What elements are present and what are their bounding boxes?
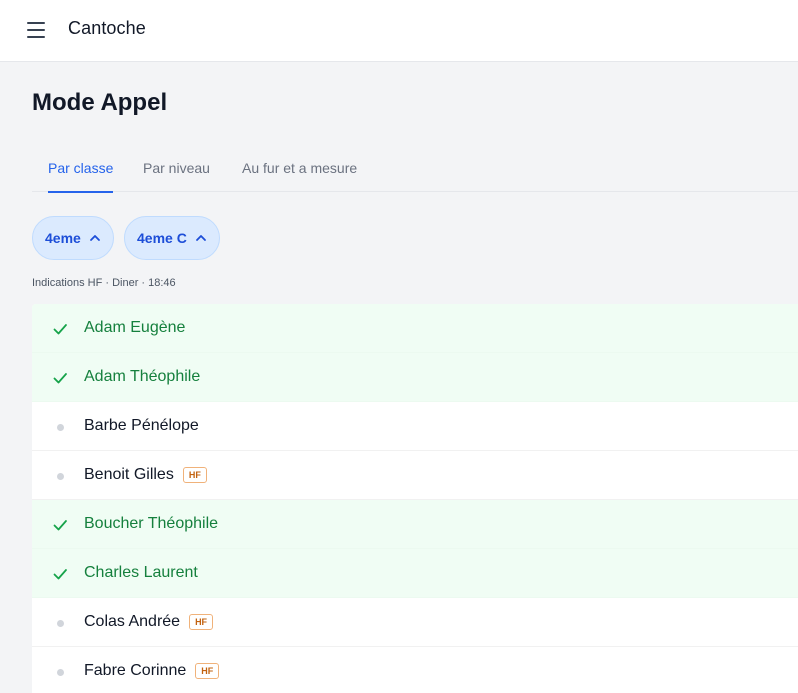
student-row[interactable]: Benoit Gilles HF xyxy=(32,451,798,500)
chevron-up-icon xyxy=(195,235,206,241)
check-icon xyxy=(52,370,68,386)
menu-icon[interactable] xyxy=(26,20,46,40)
filter-chip-class[interactable]: 4eme C xyxy=(124,216,220,260)
student-row[interactable]: Adam Théophile xyxy=(32,353,798,402)
app-title: Cantoche xyxy=(68,18,146,38)
student-row[interactable]: Fabre Corinne HF xyxy=(32,647,798,693)
student-name: Adam Eugène xyxy=(84,319,185,337)
student-row[interactable]: Adam Eugène xyxy=(32,304,798,353)
student-name-text: Barbe Pénélope xyxy=(84,417,199,434)
student-name-text: Fabre Corinne xyxy=(84,662,187,679)
hf-badge: HF xyxy=(182,467,207,483)
student-row[interactable]: Barbe Pénélope xyxy=(32,402,798,451)
absent-dot-icon xyxy=(52,419,68,435)
tab-au-fur-et-a-mesure[interactable]: Au fur et a mesure xyxy=(242,146,357,192)
filter-chip-level[interactable]: 4eme xyxy=(32,216,114,260)
check-icon xyxy=(52,321,68,337)
chevron-up-icon xyxy=(89,235,100,241)
student-name: Fabre Corinne HF xyxy=(84,662,220,680)
tab-bar: Par classe Par niveau Au fur et a mesure xyxy=(32,146,798,193)
student-name: Benoit Gilles HF xyxy=(84,466,207,484)
student-name-text: Boucher Théophile xyxy=(84,515,219,532)
student-name-text: Adam Eugène xyxy=(84,319,186,336)
check-icon xyxy=(52,566,68,582)
student-name-text: Charles Laurent xyxy=(84,564,198,581)
check-icon xyxy=(52,517,68,533)
student-name: Colas Andrée HF xyxy=(84,613,214,631)
student-name: Boucher Théophile xyxy=(84,515,218,533)
tab-par-classe[interactable]: Par classe xyxy=(48,146,114,193)
absent-dot-icon xyxy=(52,664,68,680)
student-row[interactable]: Charles Laurent xyxy=(32,549,798,598)
student-list: Adam Eugène Adam Théophile Barbe Pénélope B… xyxy=(32,304,798,693)
student-name-text: Colas Andrée xyxy=(84,613,181,630)
page-title: Mode Appel xyxy=(32,89,168,116)
student-name-text: Benoit Gilles xyxy=(84,466,174,483)
service-info: Indications HF · Diner · 18:46 xyxy=(32,277,176,289)
tab-par-niveau[interactable]: Par niveau xyxy=(143,146,210,192)
student-name-text: Adam Théophile xyxy=(84,368,201,385)
app-bar: Cantoche xyxy=(0,0,798,62)
filter-chip-label: 4eme C xyxy=(137,230,187,246)
student-name: Adam Théophile xyxy=(84,368,200,386)
hf-badge: HF xyxy=(189,614,214,630)
filter-chip-label: 4eme xyxy=(45,230,81,246)
absent-dot-icon xyxy=(52,615,68,631)
absent-dot-icon xyxy=(52,468,68,484)
student-name: Charles Laurent xyxy=(84,564,198,582)
student-row[interactable]: Boucher Théophile xyxy=(32,500,798,549)
hf-badge: HF xyxy=(195,663,220,679)
student-row[interactable]: Colas Andrée HF xyxy=(32,598,798,647)
student-name: Barbe Pénélope xyxy=(84,417,199,435)
